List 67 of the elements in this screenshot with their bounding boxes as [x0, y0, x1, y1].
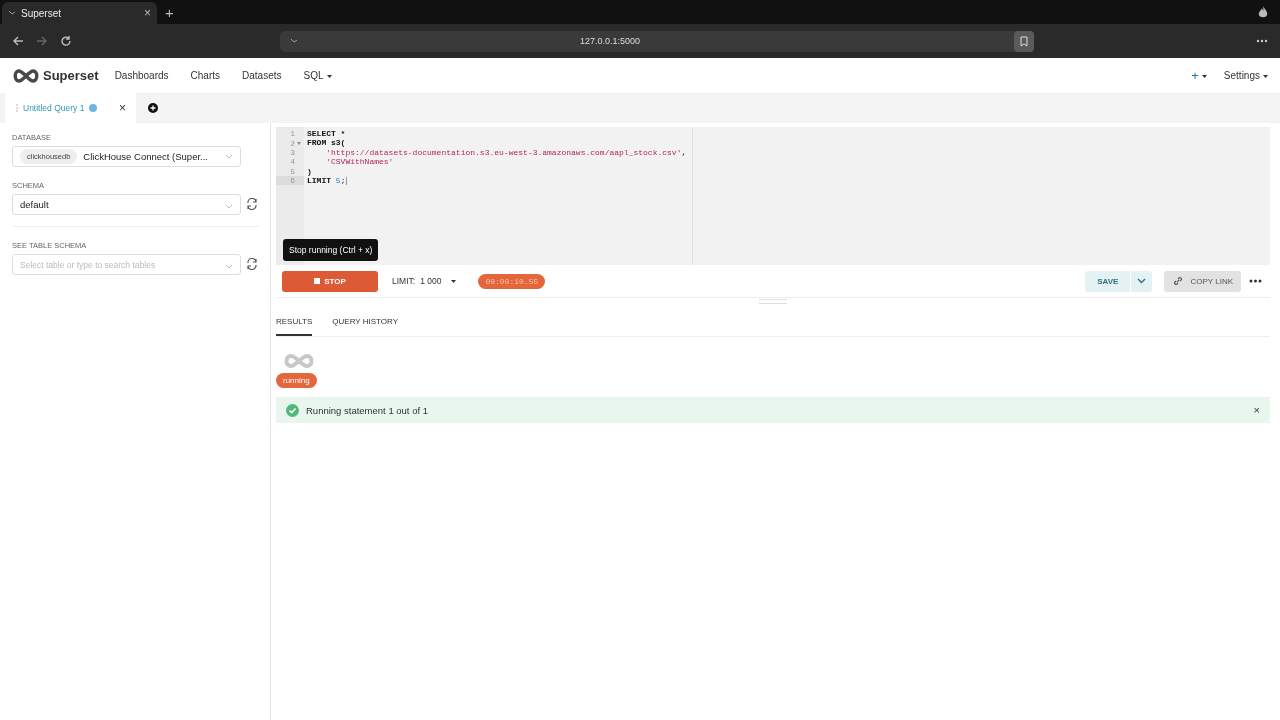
- browser-tab[interactable]: Superset ×: [2, 2, 157, 24]
- copy-link-button[interactable]: COPY LINK: [1164, 270, 1241, 292]
- nav-link[interactable]: SQL: [303, 70, 332, 81]
- close-alert-button[interactable]: ×: [1253, 404, 1260, 416]
- results-tab[interactable]: RESULTS: [276, 314, 313, 336]
- favicon-icon: [8, 10, 16, 16]
- stop-button[interactable]: STOP: [282, 270, 378, 292]
- fold-icon[interactable]: [296, 141, 301, 145]
- favicon-icon: [290, 38, 298, 44]
- timer-badge: 00:00:10.55: [478, 273, 546, 289]
- code-line: 'CSVWithNames': [325, 157, 395, 167]
- code-line: ): [307, 166, 313, 176]
- close-tab-button[interactable]: ×: [119, 101, 126, 115]
- select-value: default: [20, 199, 49, 210]
- forward-icon[interactable]: [36, 35, 48, 47]
- drag-handle-icon[interactable]: [16, 104, 18, 112]
- select-value: ClickHouse Connect (Super...: [83, 151, 208, 162]
- alert-message: Running statement 1 out of 1: [306, 404, 428, 416]
- tab-close-button[interactable]: ×: [144, 6, 151, 20]
- code-line: 'https://datasets-documentation.s3.eu-west-3.amazonaws.com/aapl_stock.csv',: [325, 147, 687, 158]
- tooltip: Stop running (Ctrl + x): [283, 238, 379, 261]
- more-icon[interactable]: [1249, 279, 1262, 283]
- code-line: SELECT *: [307, 129, 347, 139]
- reload-icon[interactable]: [60, 35, 72, 47]
- nav-link[interactable]: Charts: [190, 70, 220, 81]
- more-icon[interactable]: [1256, 39, 1268, 43]
- flame-icon[interactable]: [1258, 6, 1268, 18]
- settings-menu[interactable]: Settings: [1223, 70, 1268, 81]
- query-tab[interactable]: Untitled Query 1 ×: [5, 93, 136, 123]
- address-field[interactable]: 127.0.0.1:5000: [280, 30, 1034, 52]
- code-line: FROM s3(: [307, 138, 347, 148]
- nav-link[interactable]: Datasets: [242, 70, 282, 81]
- line-number: 2: [290, 138, 295, 148]
- bookmark-icon: [1020, 35, 1028, 47]
- chevron-icon: [1137, 278, 1147, 284]
- schema-select[interactable]: default: [12, 194, 241, 215]
- add-menu-button[interactable]: +: [1191, 68, 1207, 83]
- line-number: 4: [290, 157, 295, 167]
- line-number: 3: [290, 147, 295, 157]
- new-tab-button[interactable]: +: [165, 3, 174, 21]
- line-number: 5: [290, 166, 295, 176]
- bookmark-button[interactable]: [1014, 30, 1034, 52]
- code-line: LIMIT 5;: [307, 175, 349, 186]
- nav-link[interactable]: Dashboards: [114, 70, 169, 81]
- placeholder-text: Select table or type to search tables: [20, 259, 156, 270]
- check-circle-icon: [286, 403, 299, 417]
- logo-icon[interactable]: [12, 68, 40, 83]
- chevron-icon: [225, 204, 233, 209]
- add-tab-icon[interactable]: [148, 103, 158, 113]
- limit-label: LIMIT:: [392, 276, 416, 286]
- status-badge: running: [276, 373, 317, 388]
- refresh-icon[interactable]: [246, 258, 258, 270]
- loading-icon: [282, 353, 316, 369]
- results-tab[interactable]: QUERY HISTORY: [332, 314, 398, 336]
- url-text: 127.0.0.1:5000: [580, 36, 641, 46]
- line-number: 1: [290, 129, 295, 139]
- limit-dropdown[interactable]: 1 000: [420, 276, 457, 286]
- refresh-icon[interactable]: [246, 198, 258, 210]
- back-icon[interactable]: [12, 35, 24, 47]
- link-icon: [1172, 275, 1185, 287]
- caret-icon: [1263, 74, 1268, 78]
- chevron-icon: [225, 154, 233, 159]
- caret-icon: [451, 280, 457, 284]
- caret-icon: [1201, 75, 1207, 79]
- brand-name[interactable]: Superset: [43, 68, 99, 83]
- tab-title: Superset: [21, 7, 62, 19]
- chevron-icon: [225, 264, 233, 269]
